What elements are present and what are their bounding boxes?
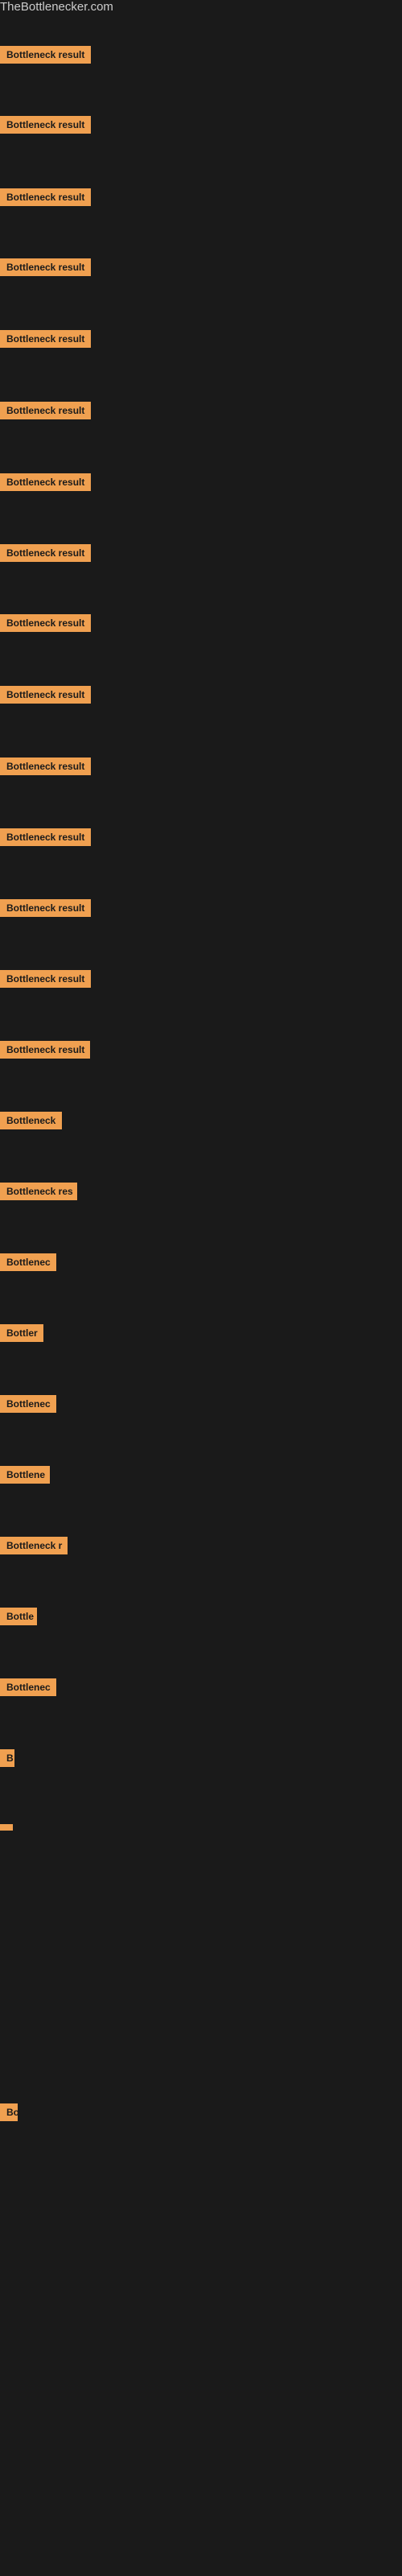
bottleneck-result-item[interactable]: Bottleneck result [0,330,91,352]
bottleneck-result-item[interactable]: B [0,1749,14,1771]
bottleneck-result-item[interactable]: Bottleneck result [0,828,91,850]
bottleneck-label: Bottleneck res [0,1183,77,1200]
bottleneck-result-item[interactable]: Bottleneck result [0,258,91,280]
bottleneck-result-item[interactable]: Bottlenec [0,1253,56,1275]
bottleneck-label: Bo [0,2103,18,2121]
bottleneck-result-item[interactable]: Bottleneck res [0,1183,77,1204]
site-header: TheBottlenecker.com [0,0,402,14]
bottleneck-result-item[interactable]: Bottleneck result [0,1041,90,1063]
bottleneck-result-item[interactable]: Bottleneck result [0,116,91,138]
bottleneck-label: Bottlene [0,1466,50,1484]
bottleneck-label: Bottleneck r [0,1537,68,1554]
bottleneck-label: Bottleneck result [0,686,91,704]
bottleneck-label [0,1824,13,1831]
bottleneck-label: Bottleneck result [0,402,91,419]
bottleneck-label: Bottlenec [0,1678,56,1696]
bottleneck-label: Bottleneck result [0,473,91,491]
bottleneck-label: Bottleneck result [0,1041,90,1059]
bottleneck-result-item[interactable]: Bottlenec [0,1678,56,1700]
bottleneck-label: Bottleneck result [0,116,91,134]
bottleneck-result-item[interactable]: Bottleneck result [0,899,91,921]
bottleneck-label: B [0,1749,14,1767]
bottleneck-result-item[interactable]: Bottleneck result [0,758,91,779]
bottleneck-result-item[interactable]: Bottleneck result [0,188,91,210]
bottleneck-label: Bottleneck result [0,188,91,206]
bottleneck-result-item[interactable] [0,1820,13,1835]
bottleneck-label: Bottleneck result [0,970,91,988]
bottleneck-result-item[interactable]: Bottleneck result [0,686,91,708]
bottleneck-label: Bottlenec [0,1253,56,1271]
bottleneck-label: Bottleneck result [0,614,91,632]
bottleneck-label: Bottleneck result [0,330,91,348]
bottleneck-result-item[interactable]: Bottleneck [0,1112,62,1133]
bottleneck-label: Bottlenec [0,1395,56,1413]
bottleneck-label: Bottleneck result [0,46,91,64]
bottleneck-result-item[interactable]: Bottleneck r [0,1537,68,1558]
bottleneck-result-item[interactable]: Bo [0,2103,18,2125]
bottleneck-label: Bottleneck [0,1112,62,1129]
bottleneck-result-item[interactable]: Bottleneck result [0,544,91,566]
bottleneck-result-item[interactable]: Bottler [0,1324,43,1346]
bottleneck-label: Bottleneck result [0,899,91,917]
bottleneck-label: Bottleneck result [0,758,91,775]
bottleneck-result-item[interactable]: Bottlenec [0,1395,56,1417]
bottleneck-result-item[interactable]: Bottleneck result [0,402,91,423]
bottleneck-result-item[interactable]: Bottleneck result [0,970,91,992]
bottleneck-label: Bottleneck result [0,258,91,276]
bottleneck-label: Bottleneck result [0,828,91,846]
bottleneck-result-item[interactable]: Bottle [0,1608,37,1629]
bottleneck-label: Bottler [0,1324,43,1342]
bottleneck-label: Bottleneck result [0,544,91,562]
bottleneck-label: Bottle [0,1608,37,1625]
bottleneck-result-item[interactable]: Bottleneck result [0,473,91,495]
bottleneck-result-item[interactable]: Bottleneck result [0,614,91,636]
bottleneck-result-item[interactable]: Bottlene [0,1466,50,1488]
bottleneck-result-item[interactable]: Bottleneck result [0,46,91,68]
